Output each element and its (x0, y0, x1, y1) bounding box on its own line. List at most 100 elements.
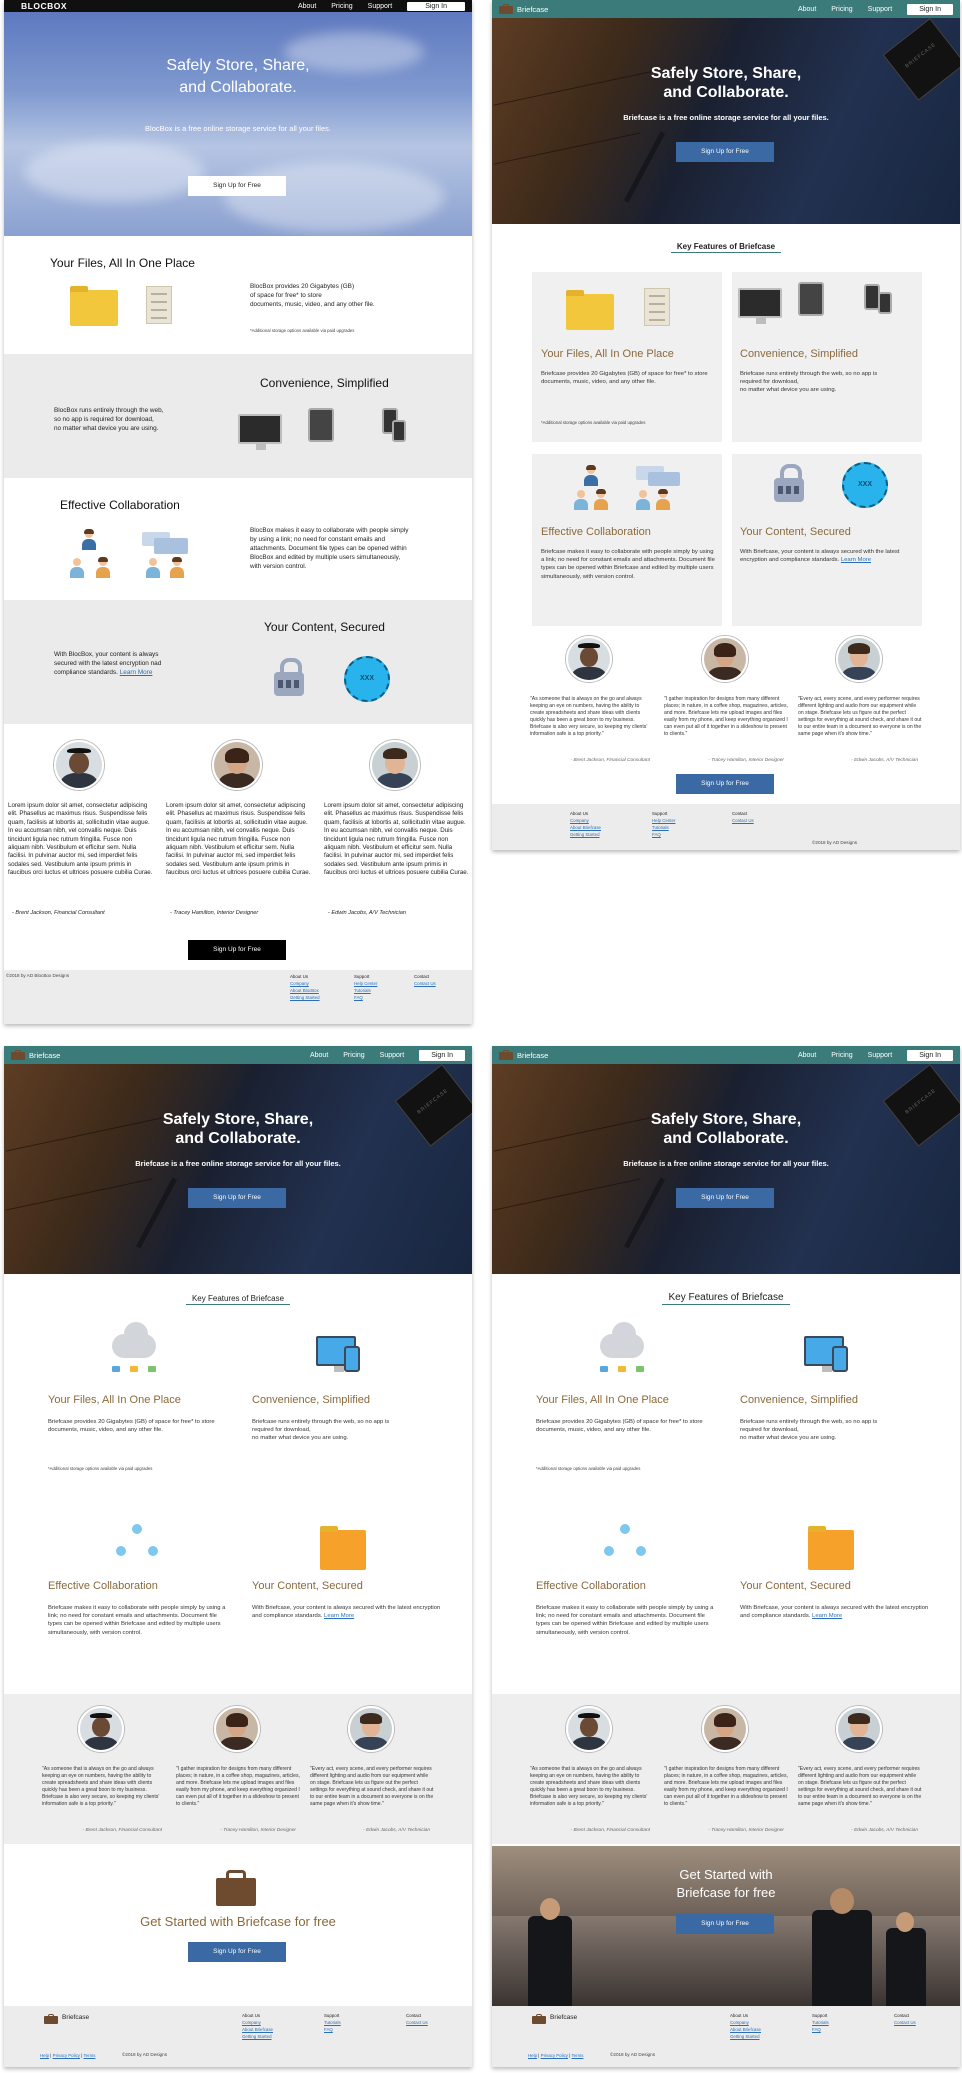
signup-button[interactable]: Sign Up for Free (676, 142, 774, 162)
footer-link[interactable]: About BlocBox (290, 987, 320, 994)
footer-link[interactable]: FAQ (812, 2026, 829, 2033)
footer-link[interactable]: About Briefcase (242, 2026, 273, 2033)
footer-link[interactable]: Contact Us (406, 2019, 428, 2026)
footer-link[interactable]: Getting Started (570, 831, 601, 838)
footer-link[interactable]: About Briefcase (730, 2026, 761, 2033)
footer-link[interactable]: Help Center (354, 980, 377, 987)
nav-about[interactable]: About (310, 1052, 328, 1059)
footer-link[interactable]: Getting Started (290, 994, 320, 1001)
avatar-edwin (348, 1706, 394, 1752)
footer-link[interactable]: About Briefcase (570, 824, 601, 831)
brand-logo[interactable]: BLOCBOX (11, 1, 67, 11)
learn-more-link[interactable]: Learn More (812, 1613, 842, 1619)
wood-grain (493, 1178, 641, 1211)
signin-button[interactable]: Sign In (907, 3, 953, 15)
footer-link[interactable]: Getting Started (242, 2033, 273, 2040)
footer-link[interactable]: Privacy Policy (541, 2053, 568, 2058)
signup-button[interactable]: Sign Up for Free (676, 1188, 774, 1208)
avatar-tracey (214, 1706, 260, 1752)
signature: - Edwin Jacobs, A/V Technician (363, 1828, 430, 1833)
footer: Briefcase About Us Company About Briefca… (4, 2006, 472, 2067)
footer-link[interactable]: Contact Us (732, 817, 754, 824)
convenience-text-3: no matter what device you are using. (54, 425, 159, 432)
signin-button[interactable]: Sign In (419, 1049, 465, 1061)
footer-link[interactable]: Help (528, 2053, 537, 2058)
tablet-icon (798, 282, 824, 316)
brand-logo[interactable]: Briefcase (499, 4, 548, 14)
signin-button[interactable]: Sign In (407, 1, 465, 11)
testimonial-text: Lorem ipsum dolor sit amet, consectetur … (8, 802, 153, 877)
footer-link[interactable]: Tutorials (324, 2019, 341, 2026)
convenience-text-2: so no app is required for download, (54, 416, 154, 423)
person-silhouette (886, 1912, 926, 2006)
footer-link[interactable]: Tutorials (354, 987, 377, 994)
footer: About Us Company About Briefcase Getting… (492, 804, 960, 850)
nav-about[interactable]: About (798, 1052, 816, 1059)
signup-button[interactable]: Sign Up for Free (188, 1188, 286, 1208)
learn-more-link[interactable]: Learn More (120, 669, 153, 676)
footer-brand[interactable]: Briefcase (550, 2014, 577, 2021)
learn-more-link[interactable]: Learn More (324, 1613, 354, 1619)
nav-pricing[interactable]: Pricing (831, 6, 852, 13)
footer-link[interactable]: Help (40, 2053, 49, 2058)
pen-image (623, 1177, 666, 1249)
nav-support[interactable]: Support (368, 3, 393, 10)
copyright: ©2018 by AD Designs (610, 2052, 656, 2057)
avatar-tracey (702, 636, 748, 682)
learn-more-link[interactable]: Learn More (841, 557, 871, 563)
nav-pricing[interactable]: Pricing (331, 3, 352, 10)
sky-cloud (224, 162, 444, 232)
testimonials-section: Lorem ipsum dolor sit amet, consectetur … (4, 724, 472, 970)
collab-text-2: by using a link; no need for constant em… (250, 536, 385, 543)
footer-link[interactable]: FAQ (652, 831, 675, 838)
signup-button[interactable]: Sign Up for Free (676, 774, 774, 794)
footer-link[interactable]: Company (290, 980, 320, 987)
footer-link[interactable]: Help Center (652, 817, 675, 824)
avatar-brent (54, 740, 104, 790)
card-text-3: no matter what device you are using. (740, 387, 837, 393)
footer-link[interactable]: Company (570, 817, 601, 824)
avatar-tracey (702, 1706, 748, 1752)
footer-link[interactable]: Getting Started (730, 2033, 761, 2040)
files-note: *Additional storage options available vi… (536, 1466, 641, 1471)
brand-name: Briefcase (517, 4, 549, 14)
nav-support[interactable]: Support (868, 6, 893, 13)
footer-link[interactable]: Privacy Policy (53, 2053, 80, 2058)
nav-about[interactable]: About (298, 3, 316, 10)
footer-link[interactable]: Tutorials (812, 2019, 829, 2026)
footer: ©2018 by AD BlocBox Designs About Us Com… (4, 970, 472, 1024)
nav-pricing[interactable]: Pricing (831, 1052, 852, 1059)
testimonial-quote: "As someone that is always on the go and… (42, 1766, 160, 1807)
nav-pricing[interactable]: Pricing (343, 1052, 364, 1059)
cloud-network-icon (600, 1322, 644, 1358)
signature: - Tracey Hamilton, Interior Designer (708, 758, 784, 763)
footer-link[interactable]: Terms (571, 2053, 583, 2058)
footer-link[interactable]: Company (242, 2019, 273, 2026)
footer-link[interactable]: Terms (83, 2053, 95, 2058)
files-note: *Additional storage options available vi… (250, 328, 355, 333)
feature-text-2: required for download, (252, 1427, 311, 1433)
cloud-node-icon (130, 1366, 138, 1372)
footer-link[interactable]: Tutorials (652, 824, 675, 831)
avatar-edwin (370, 740, 420, 790)
footer-link[interactable]: Company (730, 2019, 761, 2026)
signup-button[interactable]: Sign Up for Free (188, 176, 286, 196)
signin-button[interactable]: Sign In (907, 1049, 953, 1061)
nav-support[interactable]: Support (380, 1052, 405, 1059)
brand-logo[interactable]: Briefcase (499, 1050, 548, 1060)
folder-icon (70, 286, 118, 326)
signup-button[interactable]: Sign Up for Free (188, 940, 286, 960)
footer-link[interactable]: Contact Us (414, 980, 436, 987)
signup-button[interactable]: Sign Up for Free (188, 1942, 286, 1962)
footer-link[interactable]: FAQ (354, 994, 377, 1001)
footer-link[interactable]: Contact Us (894, 2019, 916, 2026)
nav-about[interactable]: About (798, 6, 816, 13)
sky-cloud (24, 142, 204, 202)
signup-button[interactable]: Sign Up for Free (676, 1914, 774, 1934)
feature-title: Convenience, Simplified (740, 1394, 859, 1406)
footer-brand[interactable]: Briefcase (62, 2014, 89, 2021)
nav-support[interactable]: Support (868, 1052, 893, 1059)
phone-icon (344, 1346, 360, 1372)
brand-logo[interactable]: Briefcase (11, 1050, 60, 1060)
footer-link[interactable]: FAQ (324, 2026, 341, 2033)
